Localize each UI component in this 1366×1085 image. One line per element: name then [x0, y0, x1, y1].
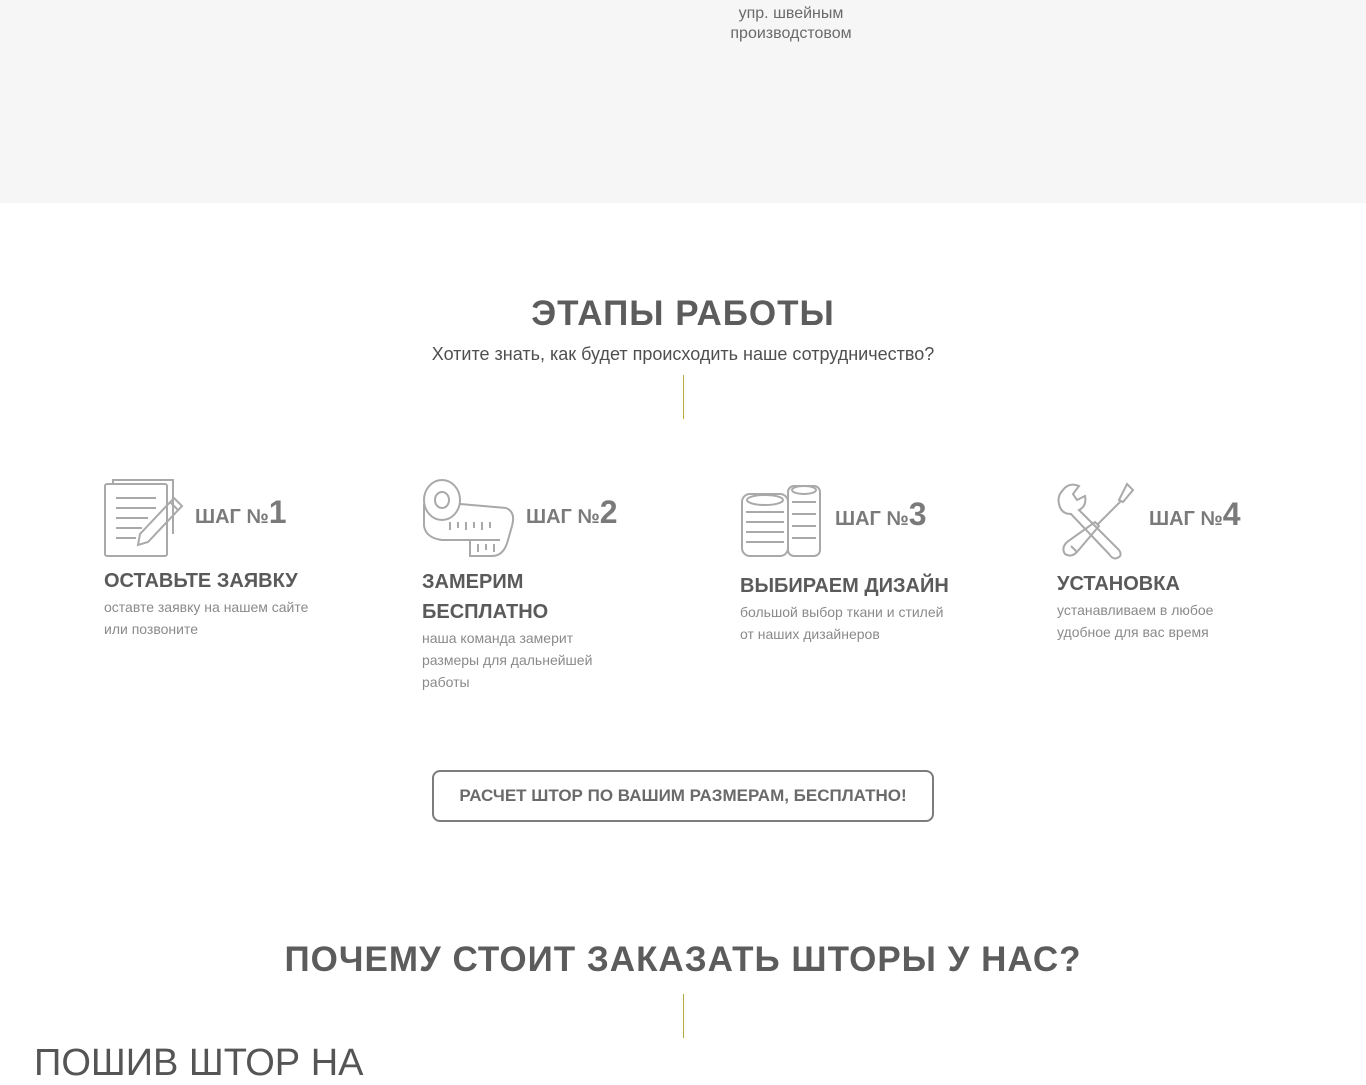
step-2: ШАГ №2 ЗАМЕРИМ БЕСПЛАТНО наша команда за…: [422, 478, 682, 698]
step-2-title: ЗАМЕРИМ БЕСПЛАТНО: [422, 567, 548, 627]
accent-divider-2: [683, 994, 684, 1038]
step-4: ШАГ №4 УСТАНОВКА устанавливаем в любое у…: [1057, 480, 1317, 650]
top-caption-line-1: упр. швейным: [738, 5, 844, 22]
step-3-title-line-1: ВЫБИРАЕМ ДИЗАЙН: [740, 575, 949, 597]
step-1: ШАГ №1 ОСТАВЬТЕ ЗАЯВКУ оставте заявку на…: [104, 478, 364, 648]
step-3: ШАГ №3 ВЫБИРАЕМ ДИЗАЙН большой выбор тка…: [740, 480, 1000, 650]
document-pencil-icon: [104, 479, 184, 557]
step-1-description: оставте заявку на нашем сайте или позвон…: [104, 596, 308, 640]
step-2-desc-line-2: размеры для дальнейшей: [422, 652, 593, 668]
step-2-description: наша команда замерит размеры для дальней…: [422, 627, 592, 693]
step-1-label: ШАГ №1: [195, 494, 287, 531]
step-2-number: 2: [599, 494, 618, 530]
step-3-desc-line-2: от наших дизайнеров: [740, 626, 880, 642]
step-1-title: ОСТАВЬТЕ ЗАЯВКУ: [104, 566, 298, 596]
step-1-desc-line-1: оставте заявку на нашем сайте: [104, 599, 309, 615]
step-4-label-text: ШАГ №: [1149, 508, 1223, 530]
step-4-desc-line-2: удобное для вас время: [1057, 624, 1209, 640]
stages-title: ЭТАПЫ РАБОТЫ: [531, 294, 835, 333]
top-section-band: упр. швейным производстовом: [0, 0, 1366, 203]
wrench-screwdriver-icon: [1057, 482, 1135, 560]
step-3-label-text: ШАГ №: [835, 508, 909, 530]
step-4-desc-line-1: устанавливаем в любое: [1057, 602, 1214, 618]
step-1-number: 1: [268, 494, 287, 530]
step-2-title-line-2: БЕСПЛАТНО: [422, 601, 549, 623]
top-caption: упр. швейным производстовом: [691, 4, 891, 44]
step-4-description: устанавливаем в любое удобное для вас вр…: [1057, 599, 1213, 643]
step-1-desc-line-2: или позвоните: [104, 621, 198, 637]
step-4-label: ШАГ №4: [1149, 496, 1241, 533]
step-3-desc-line-1: большой выбор ткани и стилей: [740, 604, 944, 620]
step-3-label: ШАГ №3: [835, 496, 927, 533]
step-2-desc-line-1: наша команда замерит: [422, 630, 574, 646]
step-1-label-text: ШАГ №: [195, 506, 269, 528]
why-us-title: ПОЧЕМУ СТОИТ ЗАКАЗАТЬ ШТОРЫ У НАС?: [284, 940, 1082, 979]
step-3-description: большой выбор ткани и стилей от наших ди…: [740, 601, 943, 645]
step-1-title-line-1: ОСТАВЬТЕ ЗАЯВКУ: [104, 570, 298, 592]
tailoring-heading: ПОШИВ ШТОР НА: [34, 1042, 364, 1084]
free-calculation-button[interactable]: РАСЧЕТ ШТОР ПО ВАШИМ РАЗМЕРАМ, БЕСПЛАТНО…: [432, 770, 934, 822]
measuring-tape-icon: [423, 479, 515, 557]
top-caption-line-2: производстовом: [730, 25, 852, 42]
step-4-number: 4: [1222, 496, 1241, 532]
step-4-title-line-1: УСТАНОВКА: [1057, 573, 1180, 595]
step-2-desc-line-3: работы: [422, 674, 470, 690]
step-3-title: ВЫБИРАЕМ ДИЗАЙН: [740, 571, 949, 601]
fabric-rolls-icon: [741, 485, 821, 557]
step-3-number: 3: [908, 496, 927, 532]
step-2-label-text: ШАГ №: [526, 506, 600, 528]
accent-divider: [683, 375, 684, 419]
step-4-title: УСТАНОВКА: [1057, 569, 1180, 599]
stages-subtitle: Хотите знать, как будет происходить наше…: [431, 344, 935, 364]
step-2-label: ШАГ №2: [526, 494, 618, 531]
step-2-title-line-1: ЗАМЕРИМ: [422, 571, 524, 593]
